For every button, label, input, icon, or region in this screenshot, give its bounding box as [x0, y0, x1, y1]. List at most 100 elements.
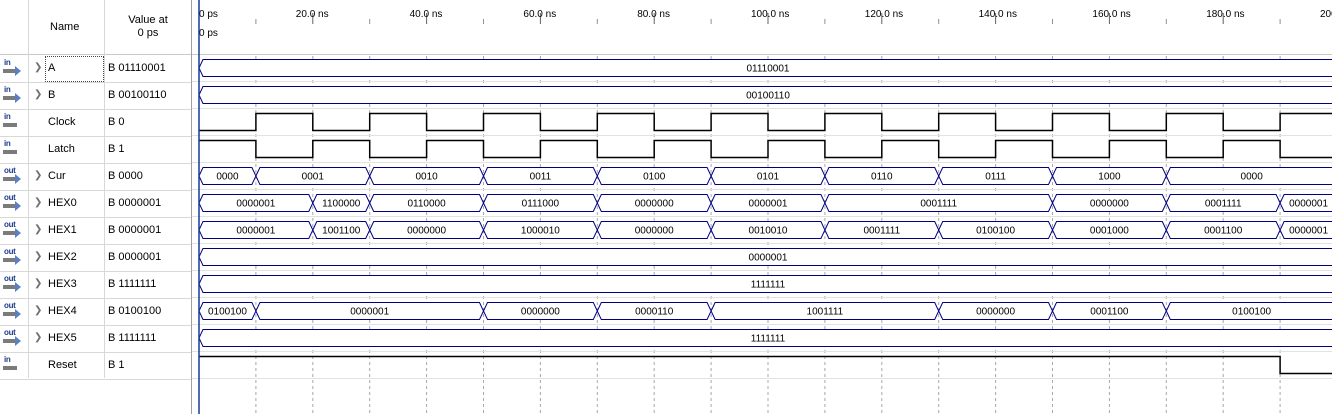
bus-value-label: 0001111: [1205, 199, 1242, 210]
signal-row-hex0[interactable]: out ❯ HEX0 B 0000001: [0, 190, 191, 218]
bus-value-label: 0001000: [1090, 226, 1129, 237]
value-header-line2: 0 ps: [137, 27, 159, 39]
signal-name: HEX5: [48, 332, 77, 344]
signal-value: B 0000: [108, 170, 143, 182]
signal-name: Reset: [48, 359, 77, 371]
signal-name: B: [48, 89, 56, 101]
bus-value-label: 01110001: [746, 64, 789, 75]
bus-value-label: 0001: [302, 172, 325, 183]
signal-name: Cur: [48, 170, 66, 182]
wave-latch[interactable]: [199, 139, 1332, 159]
signal-row-reset[interactable]: in Reset B 1: [0, 352, 191, 380]
input-pin-icon: in: [3, 58, 23, 76]
signal-row-hex5[interactable]: out ❯ HEX5 B 1111111: [0, 325, 191, 353]
ruler-tick-label: 140.0 ns: [979, 9, 1017, 20]
waveform-panel[interactable]: 0 ps 20.0 ns 40.0 ns 60.0 ns 80.0 ns 100.0 ns…: [192, 0, 1332, 414]
bus-value-label: 0000000: [635, 226, 674, 237]
signal-row-latch[interactable]: in Latch B 1: [0, 136, 191, 164]
input-pin-icon: in: [3, 139, 23, 157]
output-pin-icon: out: [3, 328, 23, 346]
bus-value-label: 0010: [415, 172, 438, 183]
signal-row-clock[interactable]: in Clock B 0: [0, 109, 191, 137]
bus-value-label: 0000001: [236, 226, 275, 237]
bus-value-label: 1000: [1098, 172, 1121, 183]
signal-row-hex3[interactable]: out ❯ HEX3 B 1111111: [0, 271, 191, 299]
bus-value-label: 0110000: [407, 199, 446, 210]
bus-value-label: 0000: [1241, 172, 1264, 183]
bus-value-label: 1001100: [322, 226, 361, 237]
signal-row-b[interactable]: in ❯ B B 00100110: [0, 82, 191, 110]
value-column-header[interactable]: Value at 0 ps: [105, 14, 191, 40]
bus-value-label: 0010010: [749, 226, 788, 237]
expand-chevron-icon[interactable]: ❯: [34, 197, 42, 208]
ruler-tick-label: 160.0 ns: [1092, 9, 1130, 20]
bus-value-label: 1111111: [751, 334, 786, 345]
signal-name: HEX4: [48, 305, 77, 317]
signal-value: B 0: [108, 116, 125, 128]
signal-value: B 00100110: [108, 89, 167, 101]
signal-row-cur[interactable]: out ❯ Cur B 0000: [0, 163, 191, 191]
ruler-tick-label: 20.0 ns: [296, 9, 329, 20]
signal-value: B 1: [108, 143, 125, 155]
name-column-header[interactable]: Name: [50, 21, 79, 33]
bus-value-label: 0000001: [1289, 199, 1328, 210]
signal-row-hex1[interactable]: out ❯ HEX1 B 0000001: [0, 217, 191, 245]
output-pin-icon: out: [3, 166, 23, 184]
expand-chevron-icon[interactable]: ❯: [34, 278, 42, 289]
signal-name: Clock: [48, 116, 76, 128]
signal-value: B 0000001: [108, 224, 162, 236]
bus-value-label: 0100100: [1232, 307, 1271, 318]
signal-name: A: [48, 62, 56, 74]
signal-row-hex2[interactable]: out ❯ HEX2 B 0000001: [0, 244, 191, 272]
bus-value-label: 0011: [530, 172, 552, 183]
bus-value-label: 1111111: [751, 280, 786, 291]
ruler-tick-label: 0 ps: [199, 9, 218, 20]
ruler-tick-label: 40.0 ns: [410, 9, 443, 20]
ruler-tick-label: 100.0 ns: [751, 9, 789, 20]
output-pin-icon: out: [3, 220, 23, 238]
wave-reset[interactable]: [199, 355, 1332, 375]
input-pin-icon: in: [3, 355, 23, 373]
ruler-tick-label: 180.0 ns: [1206, 9, 1244, 20]
bus-value-label: 0001100: [1090, 307, 1129, 318]
expand-chevron-icon[interactable]: ❯: [34, 89, 42, 100]
signal-value: B 0000001: [108, 197, 162, 209]
bus-value-label: 0001100: [1204, 226, 1243, 237]
signal-value: B 01110001: [108, 62, 166, 74]
signal-name: HEX2: [48, 251, 77, 263]
value-header-line1: Value at: [128, 14, 168, 26]
bus-value-label: 0100: [643, 172, 666, 183]
bus-value-label: 0000001: [749, 253, 788, 264]
input-pin-icon: in: [3, 112, 23, 130]
bus-value-label: 1000010: [521, 226, 560, 237]
signal-list-panel: Name Value at 0 ps in ❯ A B 01110001 in ❯ B B 0…: [0, 0, 192, 414]
bus-value-label: 0111000: [522, 199, 560, 210]
ruler-tick-label: 60.0 ns: [523, 9, 556, 20]
signal-row-hex4[interactable]: out ❯ HEX4 B 0100100: [0, 298, 191, 326]
bus-value-label: 0000001: [749, 199, 788, 210]
bus-value-label: 0000000: [521, 307, 560, 318]
signal-value: B 1: [108, 359, 125, 371]
cursor-time-label: 0 ps: [199, 28, 218, 39]
wave-clock[interactable]: [199, 112, 1332, 132]
bus-value-label: 0000110: [635, 307, 674, 318]
input-pin-icon: in: [3, 85, 23, 103]
expand-chevron-icon[interactable]: ❯: [34, 305, 42, 316]
signal-row-a[interactable]: in ❯ A B 01110001: [0, 55, 191, 83]
expand-chevron-icon[interactable]: ❯: [34, 170, 42, 181]
expand-chevron-icon[interactable]: ❯: [34, 332, 42, 343]
output-pin-icon: out: [3, 274, 23, 292]
bus-value-label: 0111: [985, 172, 1006, 183]
expand-chevron-icon[interactable]: ❯: [34, 224, 42, 235]
bus-value-label: 0101: [757, 172, 780, 183]
signal-name: HEX1: [48, 224, 77, 236]
expand-chevron-icon[interactable]: ❯: [34, 62, 42, 73]
signal-name: Latch: [48, 143, 75, 155]
bus-value-label: 0000001: [350, 307, 389, 318]
output-pin-icon: out: [3, 193, 23, 211]
bus-value-label: 0000000: [407, 226, 446, 237]
expand-chevron-icon[interactable]: ❯: [34, 251, 42, 262]
ruler-tick-label: 200.0 ns: [1320, 9, 1332, 20]
bus-value-label: 0000001: [1289, 226, 1328, 237]
signal-value: B 0100100: [108, 305, 162, 317]
